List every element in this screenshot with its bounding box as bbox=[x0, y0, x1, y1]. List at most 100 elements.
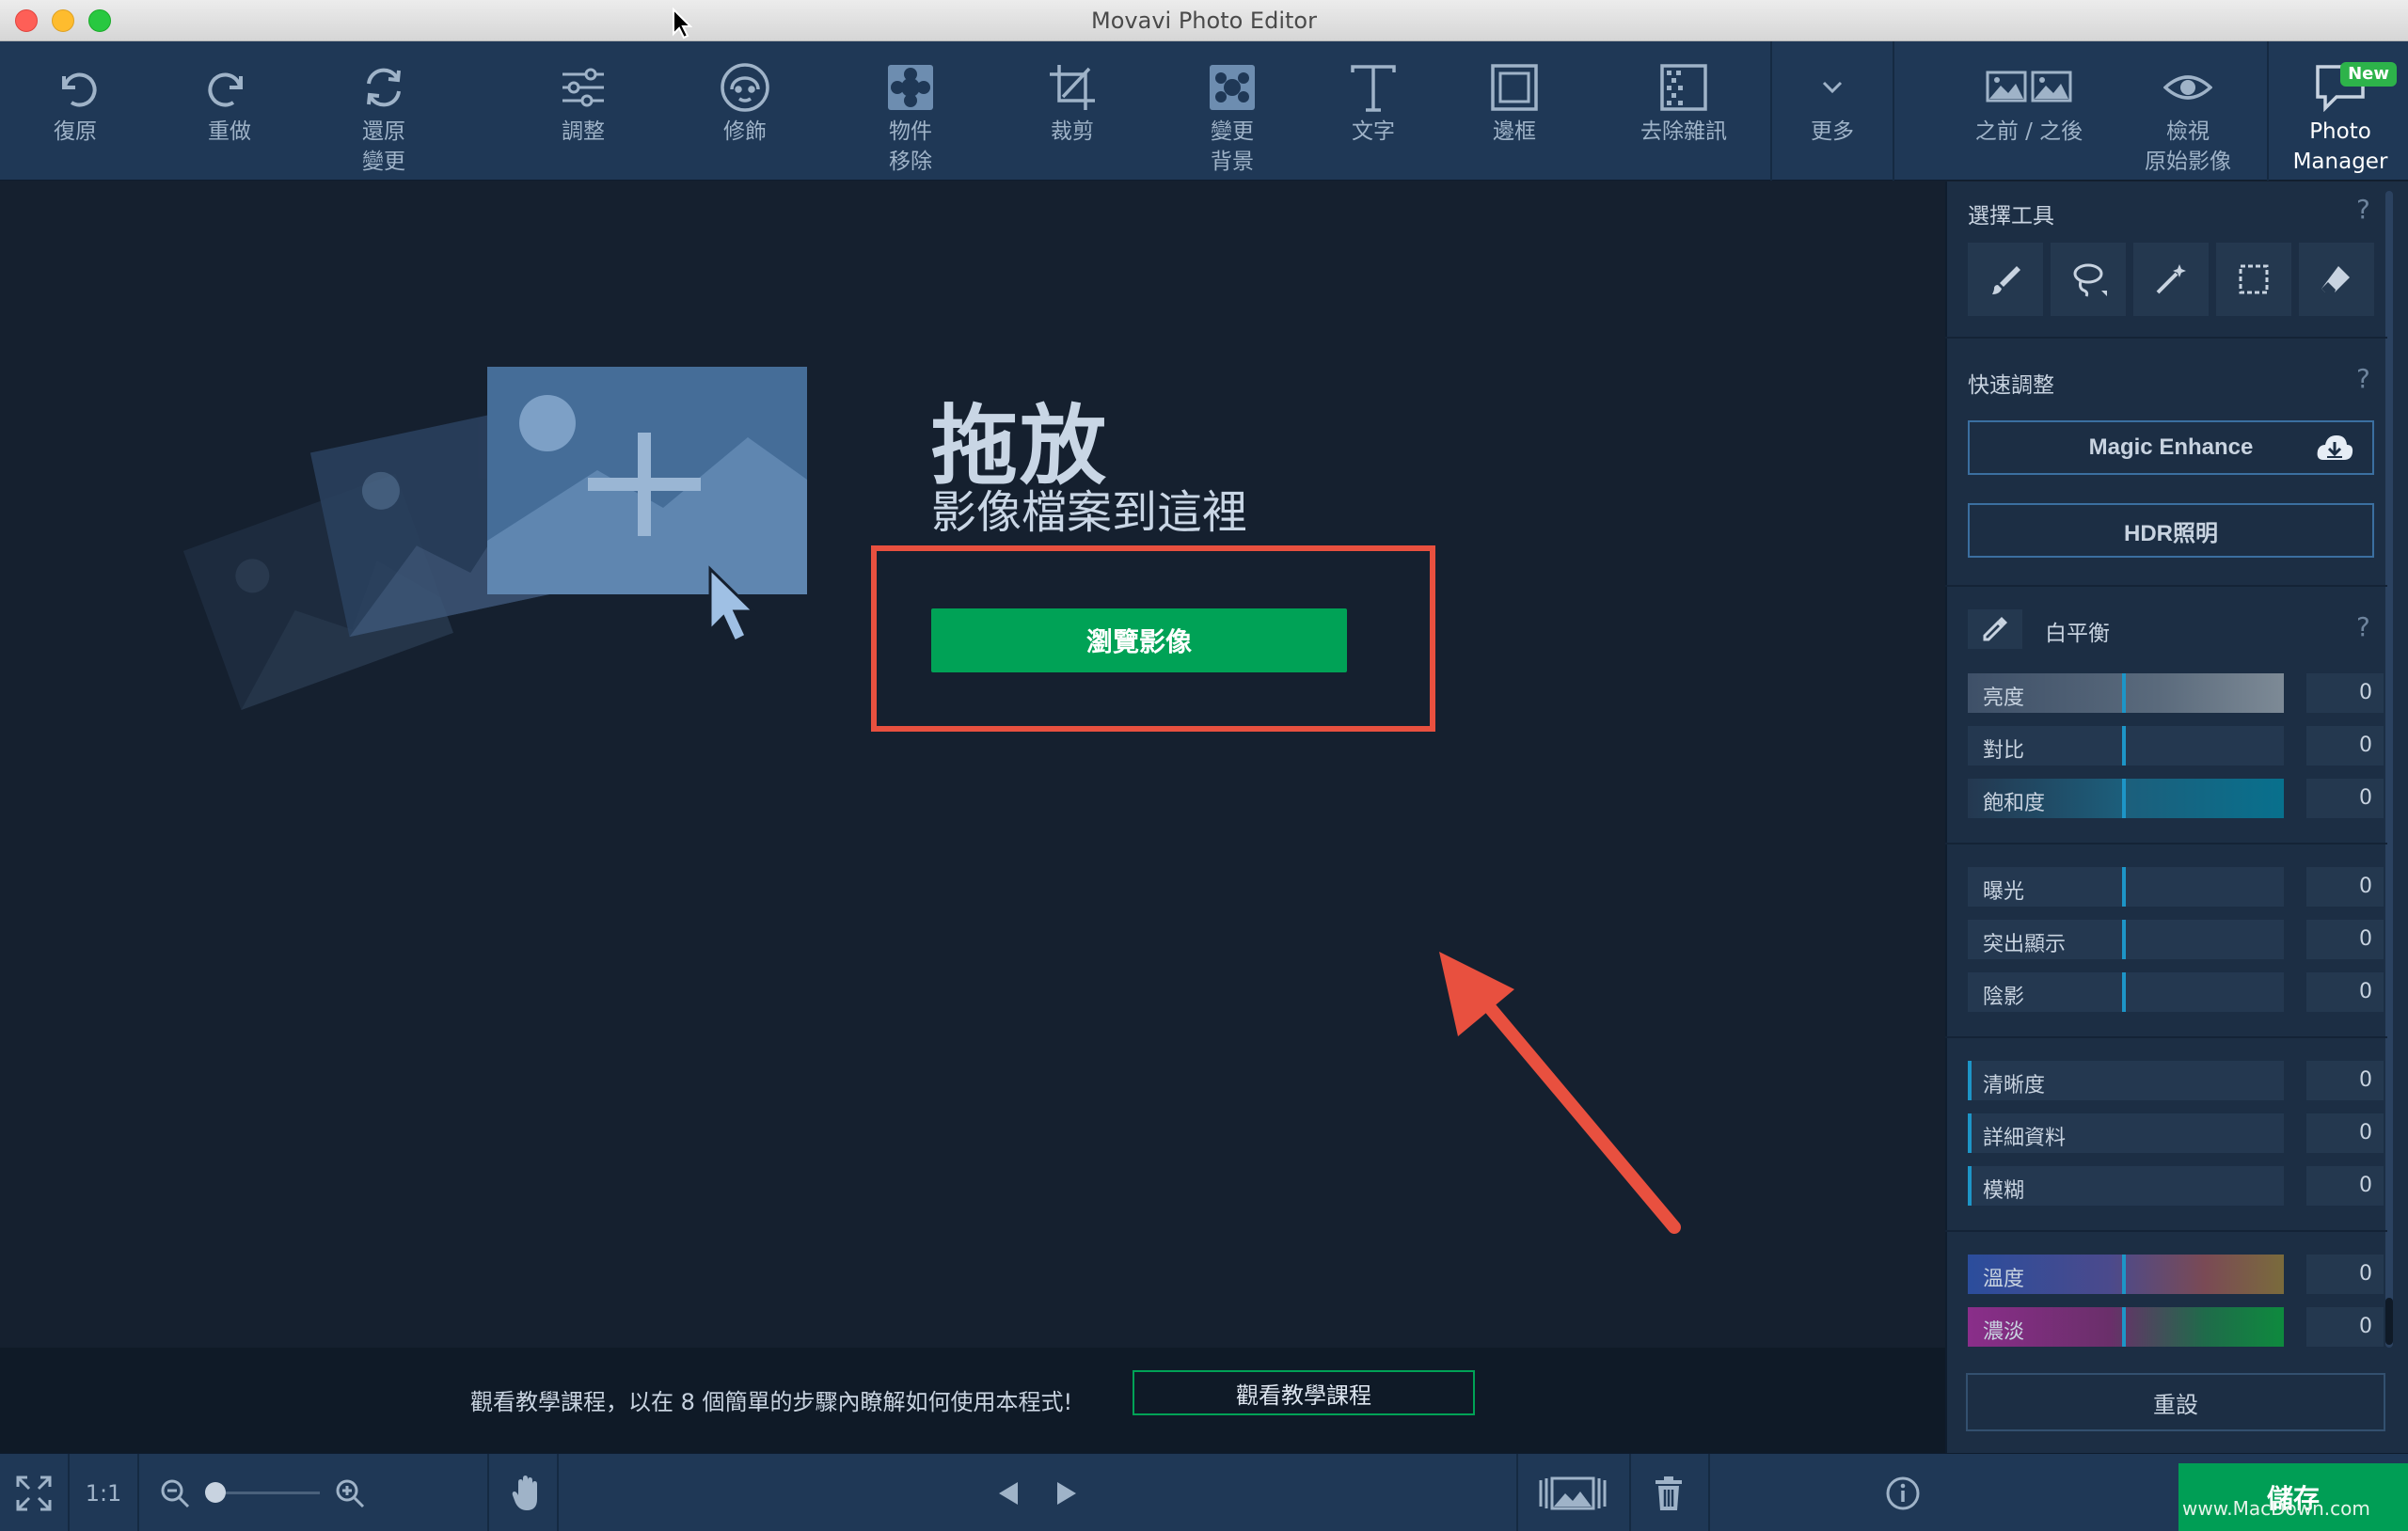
zoom-slider-handle[interactable] bbox=[205, 1482, 226, 1503]
temperature-value[interactable]: 0 bbox=[2306, 1255, 2384, 1294]
bottom-divider bbox=[1708, 1454, 1710, 1531]
brightness-label: 亮度 bbox=[1983, 687, 2025, 710]
frame-button[interactable]: 邊框 bbox=[1458, 41, 1571, 181]
panel-scrollbar[interactable] bbox=[2385, 191, 2393, 1348]
info-icon bbox=[1886, 1476, 1920, 1509]
exposure-label: 曝光 bbox=[1983, 880, 2025, 904]
face-retouch-icon bbox=[721, 63, 769, 112]
highlights-label: 突出顯示 bbox=[1983, 933, 2067, 956]
change-background-button[interactable]: 變更 背景 bbox=[1176, 41, 1289, 181]
retouch-label: 修飾 bbox=[723, 119, 767, 144]
drop-images-illustration bbox=[183, 367, 807, 711]
zoom-in-button[interactable] bbox=[331, 1454, 369, 1531]
view-original-button[interactable]: 檢視 原始影像 bbox=[2131, 41, 2244, 181]
exposure-slider-handle[interactable] bbox=[2122, 867, 2126, 907]
revert-changes-button[interactable]: 還原 變更 bbox=[327, 41, 440, 181]
tint-slider[interactable]: 濃淡 0 bbox=[1968, 1307, 2384, 1347]
contrast-value[interactable]: 0 bbox=[2306, 726, 2384, 766]
photo-manager-label: Photo Manager bbox=[2292, 119, 2388, 174]
eyedropper-icon bbox=[1983, 617, 2007, 641]
exposure-value[interactable]: 0 bbox=[2306, 867, 2384, 907]
info-button[interactable] bbox=[1879, 1454, 1926, 1531]
detail-slider[interactable]: 詳細資料 0 bbox=[1968, 1113, 2384, 1153]
photo-manager-button[interactable]: Photo Manager New bbox=[2280, 41, 2400, 181]
tint-slider-handle[interactable] bbox=[2122, 1307, 2126, 1347]
exposure-slider[interactable]: 曝光 0 bbox=[1968, 867, 2384, 907]
brush-tool[interactable] bbox=[1968, 243, 2043, 316]
contrast-slider-handle[interactable] bbox=[2122, 726, 2126, 766]
clarity-slider[interactable]: 清晰度 0 bbox=[1968, 1061, 2384, 1100]
blur-value[interactable]: 0 bbox=[2306, 1166, 2384, 1206]
white-balance-help-icon[interactable]: ? bbox=[2356, 611, 2370, 642]
highlights-value[interactable]: 0 bbox=[2306, 920, 2384, 959]
reset-button[interactable]: 重設 bbox=[1966, 1373, 2385, 1431]
text-button[interactable]: 文字 bbox=[1317, 41, 1430, 181]
clarity-value[interactable]: 0 bbox=[2306, 1061, 2384, 1100]
highlights-slider-handle[interactable] bbox=[2122, 920, 2126, 959]
panel-divider bbox=[1945, 1230, 2387, 1232]
eraser-tool[interactable] bbox=[2299, 243, 2374, 316]
magic-enhance-button[interactable]: Magic Enhance bbox=[1968, 420, 2374, 475]
browse-images-button[interactable]: 瀏覽影像 bbox=[931, 608, 1347, 672]
saturation-slider-handle[interactable] bbox=[2122, 779, 2126, 818]
redo-button[interactable]: 重做 bbox=[173, 41, 286, 181]
change-background-icon bbox=[1210, 65, 1255, 110]
saturation-value[interactable]: 0 bbox=[2306, 779, 2384, 818]
before-after-button[interactable]: 之前 / 之後 bbox=[1949, 41, 2109, 181]
zoom-out-icon bbox=[161, 1479, 190, 1507]
text-icon bbox=[1351, 65, 1396, 112]
fit-to-screen-button[interactable] bbox=[0, 1454, 68, 1531]
next-image-button[interactable] bbox=[1046, 1454, 1087, 1531]
shadows-slider-handle[interactable] bbox=[2122, 972, 2126, 1012]
shadows-value[interactable]: 0 bbox=[2306, 972, 2384, 1012]
rectangle-select-tool[interactable] bbox=[2216, 243, 2291, 316]
highlights-slider[interactable]: 突出顯示 0 bbox=[1968, 920, 2384, 959]
denoise-button[interactable]: 去除雜訊 bbox=[1618, 41, 1750, 181]
annotation-arrow-icon bbox=[1439, 952, 1681, 1234]
more-button[interactable]: 更多 bbox=[1776, 41, 1889, 181]
crop-button[interactable]: 裁剪 bbox=[1016, 41, 1129, 181]
toolbar-divider bbox=[2267, 41, 2269, 181]
bottom-bar: 1:1 bbox=[0, 1453, 2408, 1531]
contrast-slider[interactable]: 對比 0 bbox=[1968, 726, 2384, 766]
adjust-label: 調整 bbox=[562, 119, 605, 144]
zoom-slider-track[interactable] bbox=[216, 1492, 320, 1494]
blur-label: 模糊 bbox=[1983, 1179, 2025, 1203]
panel-scrollbar-thumb[interactable] bbox=[2385, 1298, 2393, 1345]
view-original-label: 檢視 原始影像 bbox=[2145, 119, 2231, 174]
shadows-label: 陰影 bbox=[1983, 986, 2025, 1009]
zoom-out-button[interactable] bbox=[156, 1454, 194, 1531]
zoom-1to1-button[interactable]: 1:1 bbox=[70, 1454, 137, 1531]
undo-button[interactable]: 復原 bbox=[19, 41, 132, 181]
pan-hand-button[interactable] bbox=[499, 1454, 555, 1531]
selection-tools-help-icon[interactable]: ? bbox=[2356, 194, 2370, 225]
brightness-slider[interactable]: 亮度 0 bbox=[1968, 673, 2384, 713]
brightness-slider-handle[interactable] bbox=[2122, 673, 2126, 713]
before-after-icon bbox=[1986, 71, 2072, 103]
previous-image-button[interactable] bbox=[988, 1454, 1029, 1531]
rectangle-select-icon bbox=[2239, 264, 2269, 294]
delete-image-button[interactable] bbox=[1642, 1454, 1695, 1531]
brightness-value[interactable]: 0 bbox=[2306, 673, 2384, 713]
blur-slider[interactable]: 模糊 0 bbox=[1968, 1166, 2384, 1206]
panel-divider bbox=[1945, 1036, 2387, 1038]
saturation-slider[interactable]: 飽和度 0 bbox=[1968, 779, 2384, 818]
temperature-slider-handle[interactable] bbox=[2122, 1255, 2126, 1294]
temperature-slider[interactable]: 溫度 0 bbox=[1968, 1255, 2384, 1294]
shadows-slider[interactable]: 陰影 0 bbox=[1968, 972, 2384, 1012]
watch-tutorial-button[interactable]: 觀看教學課程 bbox=[1133, 1370, 1475, 1415]
lasso-tool[interactable] bbox=[2051, 243, 2126, 316]
magic-wand-tool[interactable] bbox=[2133, 243, 2209, 316]
object-removal-button[interactable]: 物件 移除 bbox=[854, 41, 967, 181]
hdr-lighting-button[interactable]: HDR照明 bbox=[1968, 503, 2374, 558]
crop-label: 裁剪 bbox=[1051, 119, 1094, 144]
bottom-divider bbox=[557, 1454, 559, 1531]
revert-changes-label: 還原 變更 bbox=[362, 119, 405, 174]
quick-adjust-help-icon[interactable]: ? bbox=[2356, 363, 2370, 394]
tint-value[interactable]: 0 bbox=[2306, 1307, 2384, 1347]
white-balance-eyedropper-button[interactable] bbox=[1968, 609, 2022, 649]
adjust-button[interactable]: 調整 bbox=[527, 41, 640, 181]
retouch-button[interactable]: 修飾 bbox=[689, 41, 801, 181]
filmstrip-button[interactable] bbox=[1533, 1454, 1612, 1531]
detail-value[interactable]: 0 bbox=[2306, 1113, 2384, 1153]
